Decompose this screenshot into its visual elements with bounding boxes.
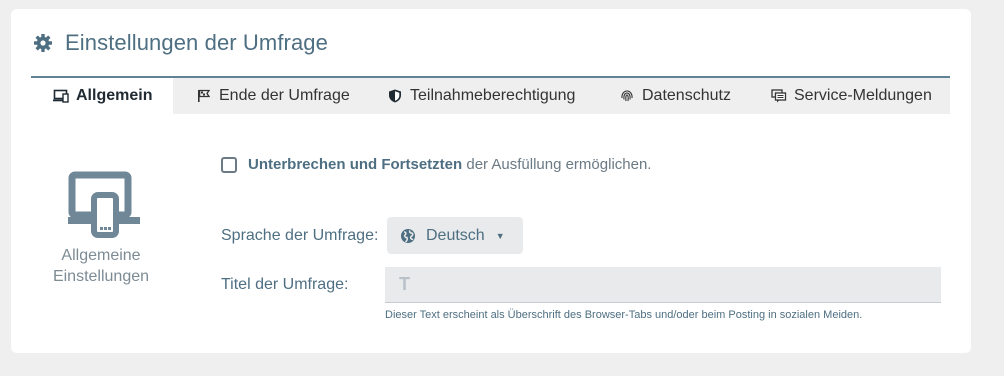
chevron-down-icon: ▼ [495, 230, 505, 241]
section-label-line2: Einstellungen [52, 268, 150, 285]
tab-end-of-survey[interactable]: Ende der Umfrage [196, 78, 350, 114]
survey-title-label: Titel der Umfrage: [221, 276, 349, 293]
tab-eligibility[interactable]: Teilnahmeberechtigung [387, 78, 575, 114]
page-title: Einstellungen der Umfrage [65, 30, 328, 55]
tab-label: Allgemein [76, 87, 153, 104]
settings-tabs: Allgemein Ende der Umfrage Teilnahmebere… [31, 76, 950, 114]
fingerprint-icon [619, 89, 635, 103]
survey-title-input[interactable]: T [385, 267, 941, 303]
pause-resume-label-bold: Unterbrechen und Fortsetzten [248, 156, 463, 173]
chat-icon [771, 89, 787, 103]
section-label-line1: Allgemeine [61, 247, 141, 264]
devices-icon [68, 171, 140, 239]
pause-resume-checkbox[interactable] [221, 156, 237, 173]
shield-icon [387, 89, 403, 103]
language-select[interactable]: Deutsch ▼ [387, 217, 523, 254]
settings-card: Einstellungen der Umfrage Allgemein Ende… [11, 9, 971, 353]
pause-resume-label-rest: der Ausfüllung ermöglichen. [462, 156, 652, 173]
gear-icon [33, 33, 53, 53]
globe-icon [400, 228, 416, 244]
tab-general[interactable]: Allgemein [31, 78, 173, 114]
language-value: Deutsch [426, 226, 485, 244]
tab-label: Datenschutz [642, 87, 731, 104]
survey-title-hint: Dieser Text erscheint als Überschrift de… [385, 309, 863, 321]
devices-icon [53, 89, 69, 103]
tab-label: Ende der Umfrage [219, 87, 350, 104]
flag-icon [196, 89, 212, 103]
language-label: Sprache der Umfrage: [221, 227, 379, 244]
tab-label: Service-Meldungen [794, 87, 932, 104]
pause-resume-option[interactable]: Unterbrechen und Fortsetzten der Ausfüll… [221, 156, 651, 173]
text-icon: T [399, 274, 410, 294]
tab-privacy[interactable]: Datenschutz [619, 78, 731, 114]
tab-label: Teilnahmeberechtigung [410, 87, 576, 104]
section-label: Allgemeine Einstellungen [46, 245, 156, 287]
tab-service-messages[interactable]: Service-Meldungen [771, 78, 932, 114]
settings-header: Einstellungen der Umfrage [33, 29, 328, 57]
